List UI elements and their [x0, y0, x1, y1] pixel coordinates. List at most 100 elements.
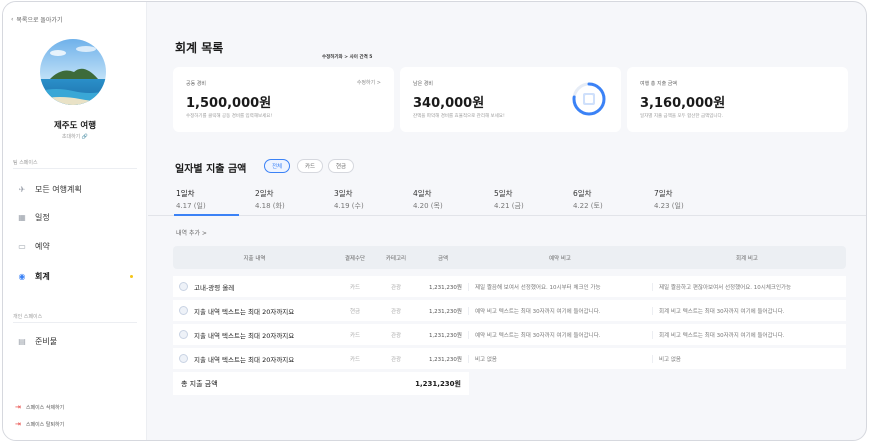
back-link[interactable]: ‹ 목록으로 돌아가기: [11, 15, 62, 24]
invite-link[interactable]: 초대하기 🔗: [3, 133, 147, 140]
row-cat: 관광: [390, 332, 402, 339]
daily-expense-title: 일자별 지출 금액: [175, 164, 247, 175]
row-name: 지출 내역 텍스트는 최대 20자까지요: [194, 307, 295, 316]
row-checkbox[interactable]: [179, 354, 188, 363]
col-cat: 카테고리: [385, 255, 407, 262]
card-label: 여행 총 지출 금액: [640, 81, 677, 87]
tab-day-7[interactable]: 7일차 4.23 (일): [654, 188, 684, 211]
trip-name: 제주도 여행: [53, 121, 97, 131]
tab-day-4[interactable]: 4일차 4.20 (목): [413, 188, 443, 211]
row-pay: 카드: [349, 356, 361, 363]
card-sub: 일자별 지출 금액을 모두 합산한 금액입니다.: [640, 114, 724, 119]
row-cat: 관광: [390, 284, 402, 291]
row-name: 지출 내역 텍스트는 최대 20자까지요: [194, 355, 295, 364]
tabs-divider: [148, 215, 866, 216]
day-label: 3일차: [334, 189, 353, 198]
day-label: 5일차: [494, 189, 513, 198]
row-amt: 1,231,230원: [428, 284, 462, 291]
team-space-label: 팀 스페이스: [13, 160, 38, 166]
col-memo: 예약 비고: [549, 255, 571, 262]
col-amt: 금액: [437, 255, 449, 262]
leave-space-link[interactable]: ⇥ 스페이스 탈퇴하기: [15, 420, 64, 428]
card-sub: 수정하기를 클릭해 공동 경비를 입력해보세요!: [186, 114, 273, 119]
day-date: 4.21 (금): [494, 202, 524, 210]
tab-day-1[interactable]: 1일차 4.17 (일): [176, 188, 206, 211]
row-memo: 비고 없음: [468, 354, 652, 363]
expense-table: 지출 내역 결제수단 카테고리 금액 예약 비고 회계 비고 고내-광령 올레 …: [173, 246, 846, 395]
total-label: 총 지출 금액: [181, 379, 218, 388]
table-row[interactable]: 지출 내역 텍스트는 최대 20자까지요 카드 관광 1,231,230원 비고…: [173, 348, 846, 369]
total-expense-card: 여행 총 지출 금액 3,160,000원 일자별 지출 금액을 모두 합산한 …: [627, 67, 848, 132]
filter-card[interactable]: 카드: [297, 159, 324, 173]
row-amt: 1,231,230원: [428, 308, 462, 315]
filter-all[interactable]: 전체: [264, 159, 291, 173]
day-date: 4.19 (수): [334, 202, 364, 210]
exit-icon: ⇥: [15, 403, 21, 411]
row-amt: 1,231,230원: [428, 356, 462, 363]
row-checkbox[interactable]: [179, 282, 188, 291]
back-label: 목록으로 돌아가기: [16, 17, 63, 24]
card-value: 3,160,000원: [640, 96, 726, 111]
table-row[interactable]: 지출 내역 텍스트는 최대 20자까지요 카드 관광 1,231,230원 예약…: [173, 324, 846, 345]
row-memo: 제일 짤끔해 보여서 선정했어요. 10시부터 체크인 가능: [468, 282, 652, 291]
shared-expense-card: 공동 경비 수정하기 > 1,500,000원 수정하기를 클릭해 공동 경비를…: [173, 67, 394, 132]
sidebar-item-label: 회계: [35, 272, 50, 281]
chevron-left-icon: ‹: [11, 16, 14, 23]
airplane-icon: ✈: [18, 185, 26, 194]
filter-cash[interactable]: 현금: [328, 159, 355, 173]
tab-day-6[interactable]: 6일차 4.22 (토): [573, 188, 603, 211]
row-note: 제일 짤끔하고 편잖아보여서 선정했어요. 10시체크인가능: [652, 282, 842, 291]
card-label: 공동 경비: [186, 81, 206, 87]
row-pay: 카드: [349, 284, 361, 291]
sidebar-item-supplies[interactable]: ▤ 준비물: [17, 336, 57, 347]
row-checkbox[interactable]: [179, 330, 188, 339]
trip-avatar[interactable]: [40, 39, 106, 105]
invite-label: 초대하기: [61, 134, 81, 140]
tab-day-2[interactable]: 2일차 4.18 (화): [255, 188, 285, 211]
day-date: 4.23 (일): [654, 202, 684, 210]
card-value: 340,000원: [413, 96, 485, 111]
delete-space-link[interactable]: ⇥ 스페이스 삭제하기: [15, 403, 64, 411]
table-row[interactable]: 고내-광령 올레 카드 관광 1,231,230원 제일 짤끔해 보여서 선정했…: [173, 276, 846, 297]
sidebar-item-accounting[interactable]: ◉ 회계: [17, 271, 50, 282]
day-label: 2일차: [255, 189, 274, 198]
sidebar-item-all-plans[interactable]: ✈ 모든 여행계획: [17, 184, 82, 195]
remaining-ring: [572, 82, 606, 116]
card-value: 1,500,000원: [186, 96, 272, 111]
sidebar-item-schedule[interactable]: ▦ 일정: [17, 212, 50, 223]
table-header: 지출 내역 결제수단 카테고리 금액 예약 비고 회계 비고: [173, 246, 846, 269]
table-row[interactable]: 지출 내역 텍스트는 최대 20자까지요 현금 관광 1,231,230원 예약…: [173, 300, 846, 321]
day-date: 4.22 (토): [573, 202, 603, 210]
day-date: 4.17 (일): [176, 202, 206, 210]
card-sub: 잔액을 파악해 경비를 효율적으로 관리해 보세요!: [413, 114, 505, 119]
edit-button[interactable]: 수정하기 >: [357, 79, 381, 86]
clipboard-icon: ▤: [18, 337, 26, 346]
sidebar-item-reservation[interactable]: ▭ 예약: [17, 241, 50, 252]
add-entry-button[interactable]: 내역 추가 >: [176, 228, 207, 237]
row-name: 지출 내역 텍스트는 최대 20자까지요: [194, 331, 295, 340]
day-date: 4.20 (목): [413, 202, 443, 210]
day-label: 4일차: [413, 189, 432, 198]
exit-icon: ⇥: [15, 420, 21, 428]
total-amount: 1,231,230원: [415, 379, 461, 388]
row-note: 회계 비고 텍스트는 최대 30자까지 여기에 들어갑니다.: [652, 330, 842, 339]
col-pay: 결제수단: [344, 255, 366, 262]
app-frame: ‹ 목록으로 돌아가기 제주도 여행 초대하기 🔗 팀 스페이스 ✈ 모든 여행…: [2, 1, 867, 441]
card-label: 남은 경비: [413, 81, 433, 87]
tab-day-5[interactable]: 5일차 4.21 (금): [494, 188, 524, 211]
spacing-hint: 수정하기와 > 사이 간격 5: [322, 55, 373, 60]
row-pay: 카드: [349, 332, 361, 339]
remaining-expense-card: 남은 경비 340,000원 잔액을 파악해 경비를 효율적으로 관리해 보세요…: [400, 67, 621, 132]
row-note: 회계 비고 텍스트는 최대 30자까지 여기에 들어갑니다.: [652, 306, 842, 315]
row-amt: 1,231,230원: [428, 332, 462, 339]
sidebar: ‹ 목록으로 돌아가기 제주도 여행 초대하기 🔗 팀 스페이스 ✈ 모든 여행…: [3, 2, 147, 440]
row-checkbox[interactable]: [179, 306, 188, 315]
divider: [13, 168, 137, 169]
leave-space-label: 스페이스 탈퇴하기: [25, 421, 65, 428]
day-label: 6일차: [573, 189, 592, 198]
link-icon: 🔗: [81, 134, 89, 140]
active-dot: [130, 275, 133, 278]
day-label: 1일차: [176, 189, 195, 198]
tab-day-3[interactable]: 3일차 4.19 (수): [334, 188, 364, 211]
day-date: 4.18 (화): [255, 202, 285, 210]
